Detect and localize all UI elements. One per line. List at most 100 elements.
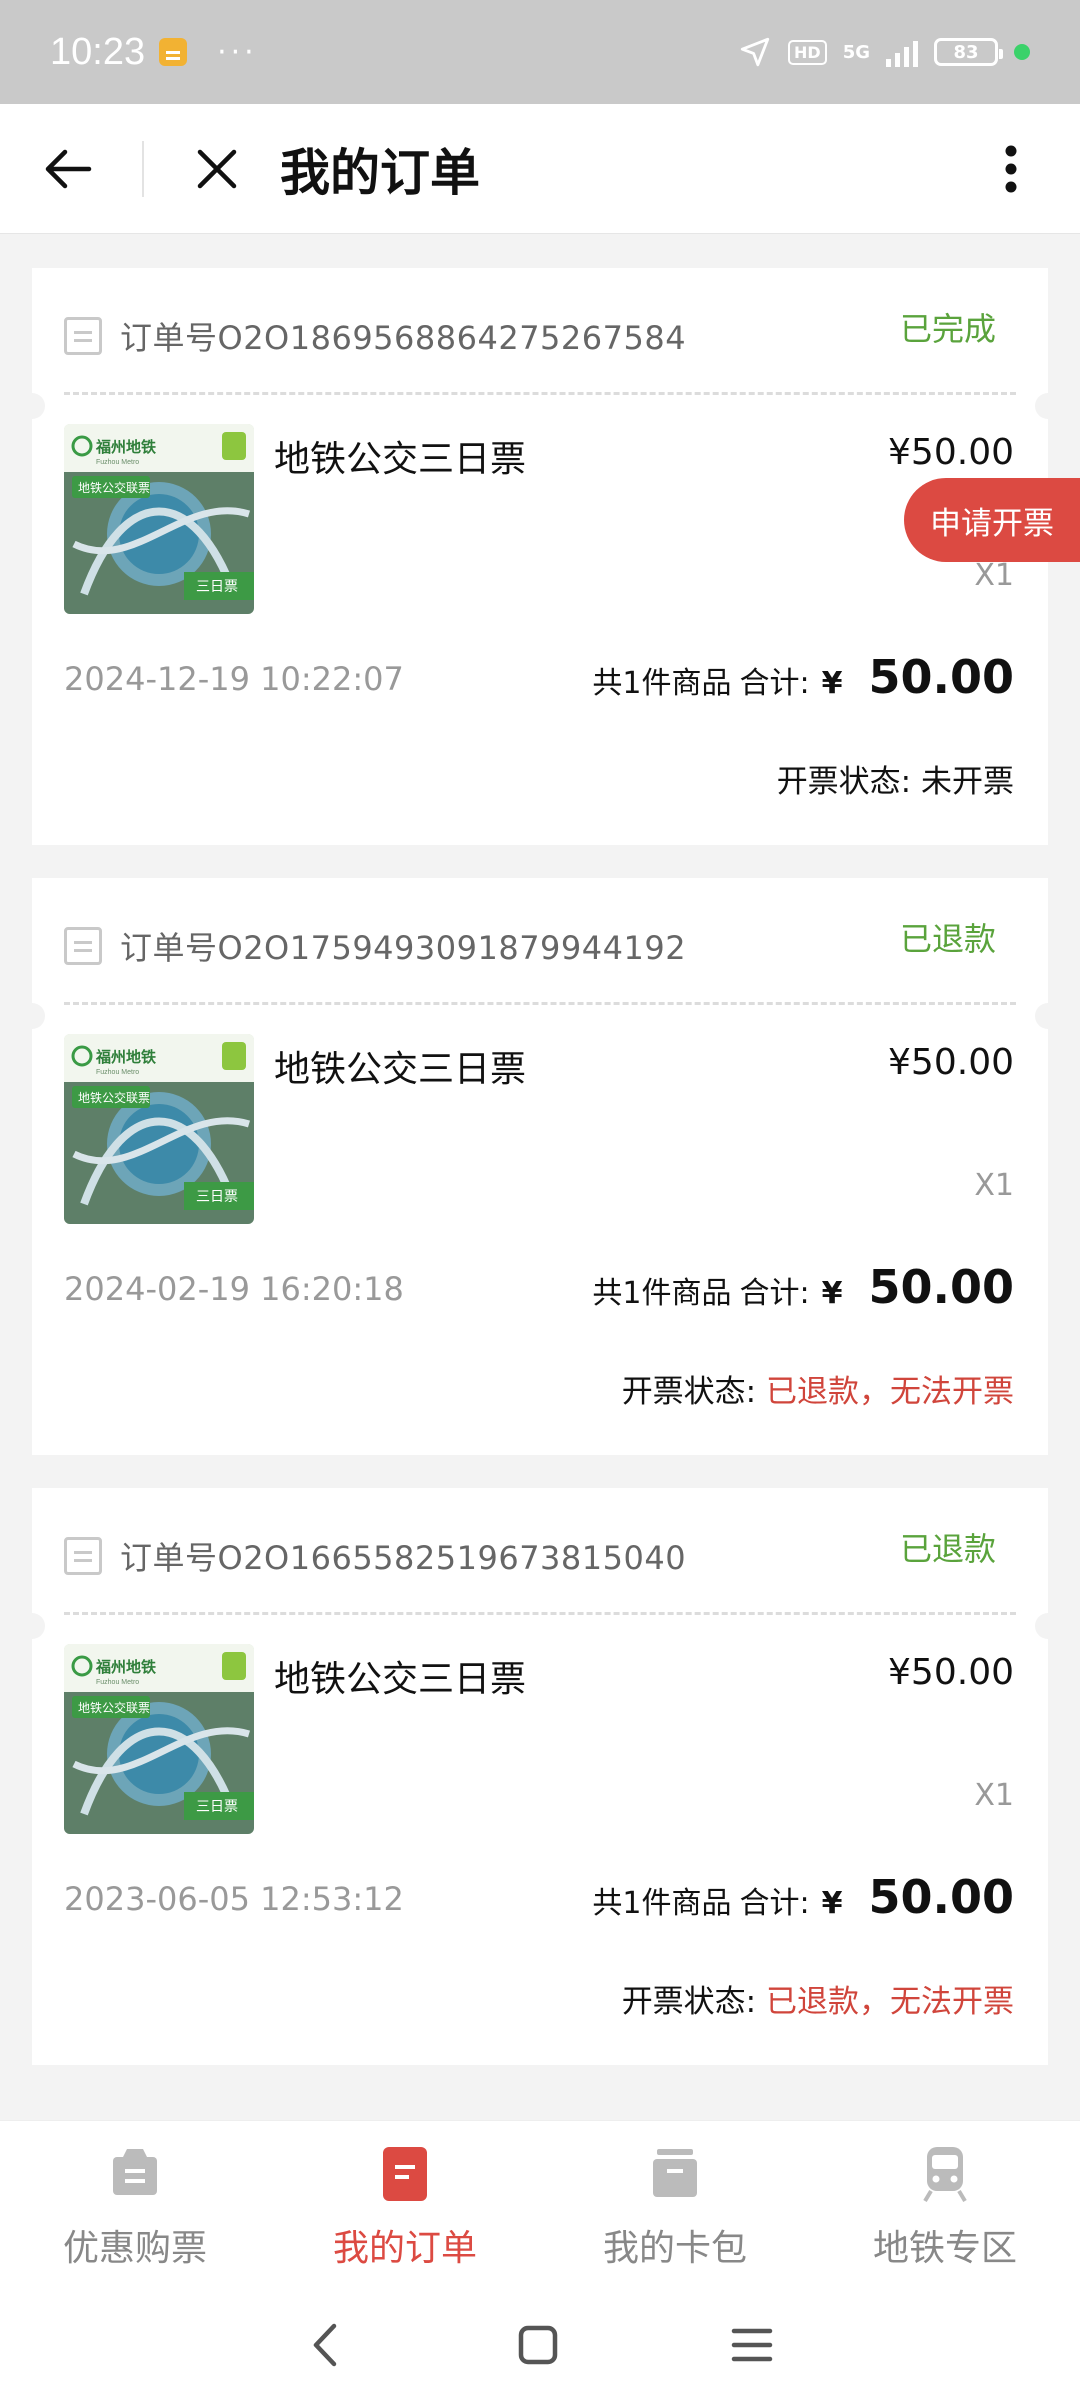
total-amount: 50.00 xyxy=(868,1870,1014,1924)
order-document-icon xyxy=(64,317,102,355)
order-card[interactable]: 订单号O2O1869568864275267584 已完成 福州地铁 Fuzho… xyxy=(19,268,1061,845)
item-count: 共1件商品 xyxy=(592,666,732,701)
order-card-header: 订单号O2O1759493091879944192 已退款 xyxy=(32,878,1048,1014)
close-icon xyxy=(197,149,237,188)
order-card[interactable]: 订单号O2O1665582519673815040 已退款 福州地铁 Fuzho… xyxy=(19,1488,1061,2065)
network-type: 5G xyxy=(842,41,870,63)
order-total: 共1件商品 合计: ¥ 50.00 xyxy=(592,650,1014,704)
invoice-status-label: 开票状态: xyxy=(621,1984,757,2020)
product-price: ¥50.00 xyxy=(888,1042,1014,1083)
tab-discount-tickets[interactable]: 优惠购票 xyxy=(0,2121,270,2290)
thumbnail-brand: 福州地铁 xyxy=(95,1658,156,1676)
status-time: 10:23 xyxy=(50,30,146,73)
location-icon xyxy=(740,37,770,67)
tab-label: 我的卡包 xyxy=(602,2228,747,2269)
tab-metro-zone[interactable]: 地铁专区 xyxy=(810,2121,1080,2290)
product-thumbnail[interactable]: 福州地铁 Fuzhou Metro 地铁公交联票 三日票 xyxy=(64,1644,254,1834)
order-time: 2024-12-19 10:22:07 xyxy=(64,660,404,698)
total-amount: 50.00 xyxy=(868,1260,1014,1314)
thumbnail-sub-brand: Fuzhou Metro xyxy=(96,1679,139,1686)
order-card-body: 福州地铁 Fuzhou Metro 地铁公交联票 三日票 地铁公交三日票 ¥50… xyxy=(32,404,1048,845)
train-icon xyxy=(913,2141,977,2205)
thumbnail-tag: 地铁公交联票 xyxy=(78,480,150,495)
order-card-header: 订单号O2O1665582519673815040 已退款 xyxy=(32,1488,1048,1624)
product-name: 地铁公交三日票 xyxy=(274,439,527,480)
order-document-icon xyxy=(64,927,102,965)
system-menu-button[interactable] xyxy=(730,2323,774,2371)
battery-level: 83 xyxy=(953,41,979,63)
product-name: 地铁公交三日票 xyxy=(274,1049,527,1090)
thumbnail-tag: 地铁公交联票 xyxy=(78,1090,150,1105)
more-vertical-icon xyxy=(1005,145,1017,192)
tab-my-wallet[interactable]: 我的卡包 xyxy=(540,2121,810,2290)
product-name: 地铁公交三日票 xyxy=(274,1659,527,1700)
order-card[interactable]: 订单号O2O1759493091879944192 已退款 福州地铁 Fuzho… xyxy=(19,878,1061,1455)
privacy-indicator-icon xyxy=(1014,44,1030,60)
close-button[interactable] xyxy=(172,124,262,214)
product-quantity: X1 xyxy=(974,558,1014,593)
order-status: 已退款 xyxy=(899,920,996,958)
total-amount: 50.00 xyxy=(868,650,1014,704)
tab-label: 我的订单 xyxy=(332,2228,477,2269)
message-notification-icon xyxy=(159,38,188,66)
menu-lines-icon xyxy=(731,2328,773,2361)
thumbnail-badge: 三日票 xyxy=(196,578,238,594)
order-total: 共1件商品 合计: ¥ 50.00 xyxy=(592,1260,1014,1314)
order-status: 已退款 xyxy=(899,1530,996,1568)
total-label: 合计: xyxy=(739,666,810,701)
invoice-status: 开票状态: 已退款，无法开票 xyxy=(622,1366,1014,1411)
item-count: 共1件商品 xyxy=(592,1886,732,1921)
invoice-status-value: 未开票 xyxy=(921,764,1014,800)
page-title: 我的订单 xyxy=(280,143,480,202)
total-currency: ¥ xyxy=(821,1886,843,1921)
thumbnail-tag: 地铁公交联票 xyxy=(78,1700,150,1715)
dashed-divider xyxy=(64,1612,1016,1615)
thumbnail-badge: 三日票 xyxy=(196,1188,238,1204)
back-button[interactable] xyxy=(24,124,114,214)
product-quantity: X1 xyxy=(974,1778,1014,1813)
order-total: 共1件商品 合计: ¥ 50.00 xyxy=(592,1870,1014,1924)
dashed-divider xyxy=(64,392,1016,395)
tab-label: 优惠购票 xyxy=(62,2228,207,2269)
invoice-status: 开票状态: 未开票 xyxy=(777,756,1014,801)
invoice-status-value: 已退款，无法开票 xyxy=(766,1984,1014,2020)
dashed-divider xyxy=(64,1002,1016,1005)
order-card-body: 福州地铁 Fuzhou Metro 地铁公交联票 三日票 地铁公交三日票 ¥50… xyxy=(32,1624,1048,2065)
order-time: 2023-06-05 12:53:12 xyxy=(64,1880,404,1918)
product-thumbnail[interactable]: 福州地铁 Fuzhou Metro 地铁公交联票 三日票 xyxy=(64,1034,254,1224)
product-thumbnail[interactable]: 福州地铁 Fuzhou Metro 地铁公交联票 三日票 xyxy=(64,424,254,614)
invoice-status-value: 已退款，无法开票 xyxy=(766,1374,1014,1410)
system-back-button[interactable] xyxy=(306,2320,346,2374)
product-quantity: X1 xyxy=(974,1168,1014,1203)
thumbnail-brand: 福州地铁 xyxy=(95,1048,156,1066)
signal-icon xyxy=(886,37,918,67)
bottom-tab-bar: 优惠购票 我的订单 我的卡包 地铁专区 xyxy=(0,2120,1080,2290)
invoice-status-label: 开票状态: xyxy=(621,1374,757,1410)
tab-my-orders[interactable]: 我的订单 xyxy=(270,2121,540,2290)
thumbnail-brand: 福州地铁 xyxy=(95,438,156,456)
square-home-icon xyxy=(518,2325,558,2364)
product-price: ¥50.00 xyxy=(888,1652,1014,1693)
order-time: 2024-02-19 16:20:18 xyxy=(64,1270,404,1308)
metro-ticket-image: 福州地铁 Fuzhou Metro 地铁公交联票 三日票 xyxy=(64,424,254,614)
order-card-header: 订单号O2O1869568864275267584 已完成 xyxy=(32,268,1048,404)
order-document-icon xyxy=(64,1537,102,1575)
more-menu-button[interactable] xyxy=(966,124,1056,214)
header-divider xyxy=(142,140,144,197)
metro-ticket-image: 福州地铁 Fuzhou Metro 地铁公交联票 三日票 xyxy=(64,1034,254,1224)
item-count: 共1件商品 xyxy=(592,1276,732,1311)
order-number: 订单号O2O1869568864275267584 xyxy=(120,319,687,357)
order-number: 订单号O2O1665582519673815040 xyxy=(120,1539,687,1577)
apply-invoice-button[interactable]: 申请开票 xyxy=(904,478,1080,562)
total-currency: ¥ xyxy=(821,666,843,701)
system-home-button[interactable] xyxy=(516,2323,560,2371)
ticket-icon xyxy=(103,2141,167,2205)
product-price: ¥50.00 xyxy=(888,432,1014,473)
chevron-left-icon xyxy=(313,2323,337,2366)
thumbnail-sub-brand: Fuzhou Metro xyxy=(96,459,139,466)
order-status: 已完成 xyxy=(899,310,996,348)
order-list: 订单号O2O1869568864275267584 已完成 福州地铁 Fuzho… xyxy=(19,268,1061,2098)
hd-voice-icon: HD xyxy=(788,39,827,65)
total-currency: ¥ xyxy=(821,1276,843,1311)
total-label: 合计: xyxy=(739,1886,810,1921)
